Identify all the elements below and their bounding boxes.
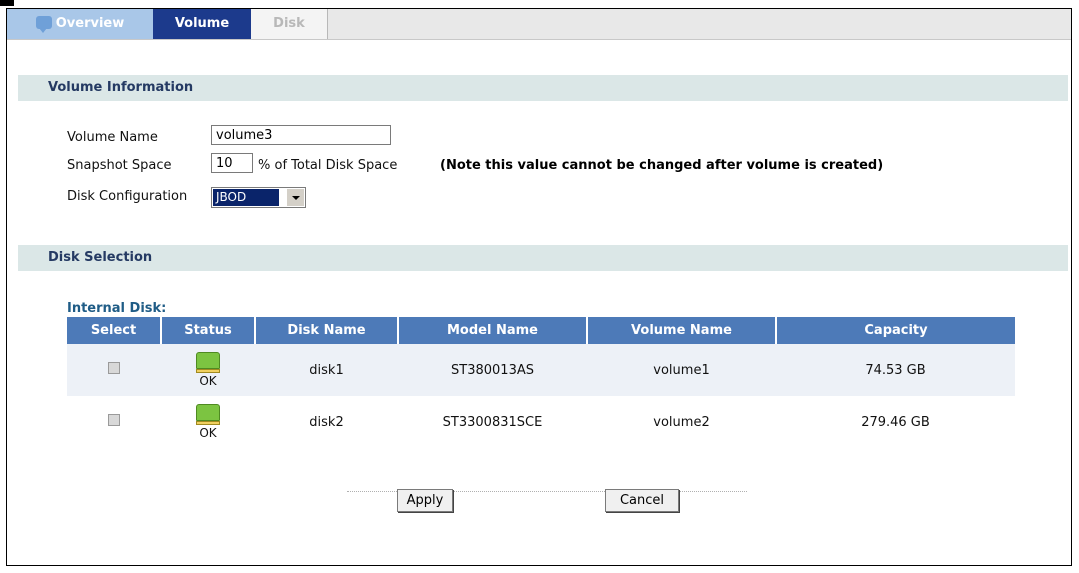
disk-configuration-select[interactable]: JBOD <box>211 187 306 208</box>
status-cell: OK <box>161 396 255 448</box>
volume-create-panel: Overview Volume Disk Volume Information … <box>6 8 1072 566</box>
select-cell <box>67 396 161 448</box>
tab-disk[interactable]: Disk <box>251 9 328 39</box>
model-name-cell: ST3300831SCE <box>442 414 543 430</box>
internal-disk-heading: Internal Disk: <box>67 301 167 316</box>
column-header-volume-name: Volume Name <box>587 317 777 344</box>
apply-button[interactable]: Apply <box>397 489 453 512</box>
volume-name-input[interactable] <box>211 125 391 145</box>
status-text: OK <box>199 374 217 388</box>
capacity-cell: 279.46 GB <box>861 414 930 430</box>
status-cell: OK <box>161 344 255 396</box>
disk-table: Select Status Disk Name Model Name Volum… <box>67 317 1015 448</box>
disk-name-cell: disk2 <box>309 414 344 430</box>
tab-overview-label: Overview <box>55 16 125 31</box>
figure-tag <box>0 0 14 6</box>
table-header-row: Select Status Disk Name Model Name Volum… <box>67 317 1015 344</box>
capacity-cell: 74.53 GB <box>776 344 1015 396</box>
tab-volume[interactable]: Volume <box>153 9 251 39</box>
column-header-model-name: Model Name <box>398 317 588 344</box>
column-header-disk-name: Disk Name <box>255 317 399 344</box>
cancel-button[interactable]: Cancel <box>605 489 679 512</box>
speech-bubble-icon <box>35 16 52 33</box>
tab-bar: Overview Volume Disk <box>7 9 1071 40</box>
disk-name-cell: disk1 <box>255 344 398 396</box>
section-header-volume-information: Volume Information <box>18 75 1068 101</box>
hard-disk-icon <box>195 404 221 426</box>
disk-select-checkbox[interactable] <box>108 362 120 374</box>
snapshot-space-input[interactable] <box>211 153 253 173</box>
volume-name-label: Volume Name <box>67 130 158 145</box>
hard-disk-icon <box>195 352 221 374</box>
column-header-status: Status <box>161 317 256 344</box>
section-header-disk-selection: Disk Selection <box>18 245 1068 271</box>
table-row: OK disk1 ST380013AS volume1 74.53 GB <box>67 344 1015 396</box>
snapshot-space-label: Snapshot Space <box>67 158 172 173</box>
volume-name-cell: volume1 <box>587 344 776 396</box>
model-name-cell: ST380013AS <box>398 344 587 396</box>
disk-select-checkbox[interactable] <box>108 414 120 426</box>
snapshot-space-suffix: % of Total Disk Space <box>258 158 398 173</box>
chevron-down-icon[interactable] <box>286 189 304 206</box>
column-header-select: Select <box>67 317 162 344</box>
disk-configuration-label: Disk Configuration <box>67 189 188 204</box>
tab-overview[interactable]: Overview <box>7 9 153 39</box>
table-row: OK disk2 ST3300831SCE volume2 279.46 GB <box>67 396 1015 448</box>
select-cell <box>67 344 161 396</box>
status-text: OK <box>199 426 217 440</box>
disk-configuration-value: JBOD <box>213 189 279 206</box>
column-header-capacity: Capacity <box>776 317 1015 344</box>
snapshot-space-note: (Note this value cannot be changed after… <box>440 158 884 173</box>
volume-name-cell: volume2 <box>653 414 710 430</box>
